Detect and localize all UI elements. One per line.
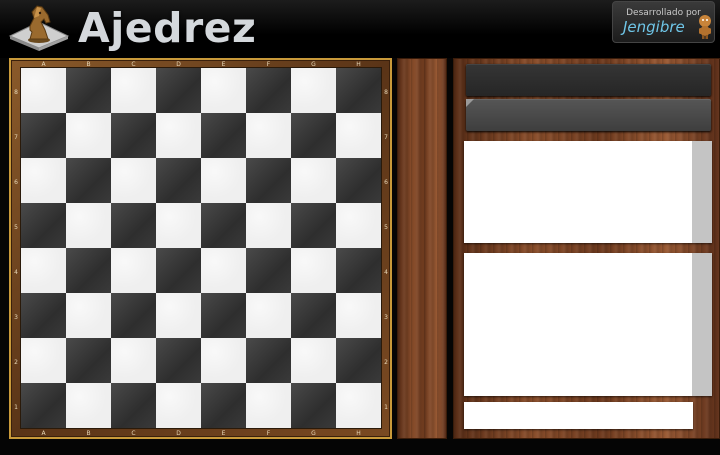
app-title: Ajedrez [78,4,257,52]
square-h8[interactable] [336,68,381,113]
square-d6[interactable] [156,158,201,203]
square-a3[interactable] [21,293,66,338]
developer-brand: Jengibre [623,18,685,36]
square-f3[interactable] [246,293,291,338]
player-bar-top[interactable] [466,64,711,96]
square-f1[interactable] [246,383,291,428]
chess-knight-icon [8,5,70,51]
rank-label-right-4: 4 [384,268,388,276]
square-b8[interactable] [66,68,111,113]
square-f7[interactable] [246,113,291,158]
square-h1[interactable] [336,383,381,428]
developer-badge[interactable]: Desarrollado por Jengibre [612,1,715,43]
square-b4[interactable] [66,248,111,293]
square-d4[interactable] [156,248,201,293]
square-e1[interactable] [201,383,246,428]
square-c8[interactable] [111,68,156,113]
moves-list[interactable] [464,141,712,243]
square-h3[interactable] [336,293,381,338]
square-g1[interactable] [291,383,336,428]
square-e7[interactable] [201,113,246,158]
file-label-bottom-d: D [176,430,181,437]
file-label-bottom-e: E [221,430,226,437]
square-b5[interactable] [66,203,111,248]
square-c6[interactable] [111,158,156,203]
rank-label-right-3: 3 [384,313,388,321]
square-a8[interactable] [21,68,66,113]
rank-label-right-8: 8 [384,88,388,96]
square-e4[interactable] [201,248,246,293]
square-a2[interactable] [21,338,66,383]
square-g5[interactable] [291,203,336,248]
square-e6[interactable] [201,158,246,203]
square-d3[interactable] [156,293,201,338]
square-a1[interactable] [21,383,66,428]
square-e5[interactable] [201,203,246,248]
captured-pieces-column [397,58,447,439]
square-f8[interactable] [246,68,291,113]
square-b7[interactable] [66,113,111,158]
square-e2[interactable] [201,338,246,383]
square-h4[interactable] [336,248,381,293]
square-c1[interactable] [111,383,156,428]
square-b2[interactable] [66,338,111,383]
square-b6[interactable] [66,158,111,203]
chat-log[interactable] [464,253,712,396]
square-a4[interactable] [21,248,66,293]
square-e8[interactable] [201,68,246,113]
file-label-bottom-b: B [86,430,91,437]
chess-board[interactable] [21,68,381,428]
square-f2[interactable] [246,338,291,383]
square-a5[interactable] [21,203,66,248]
square-d2[interactable] [156,338,201,383]
square-d8[interactable] [156,68,201,113]
square-f6[interactable] [246,158,291,203]
corner-indicator-icon [466,99,474,107]
chat-input[interactable] [464,402,693,429]
player-bar-second[interactable] [466,99,711,131]
square-b1[interactable] [66,383,111,428]
square-g3[interactable] [291,293,336,338]
file-label-bottom-g: G [311,430,316,437]
square-d1[interactable] [156,383,201,428]
square-c2[interactable] [111,338,156,383]
header: Ajedrez Desarrollado por Jengibre [0,0,720,58]
file-label-bottom-c: C [131,430,136,437]
rank-label-right-1: 1 [384,403,388,411]
square-b3[interactable] [66,293,111,338]
square-c5[interactable] [111,203,156,248]
square-a7[interactable] [21,113,66,158]
square-e3[interactable] [201,293,246,338]
square-g6[interactable] [291,158,336,203]
square-g2[interactable] [291,338,336,383]
ginger-mascot-icon [699,15,711,39]
square-h6[interactable] [336,158,381,203]
file-label-bottom-f: F [266,430,271,437]
chat-log-scrollbar[interactable] [692,253,712,396]
square-c7[interactable] [111,113,156,158]
square-h2[interactable] [336,338,381,383]
square-h5[interactable] [336,203,381,248]
square-c3[interactable] [111,293,156,338]
rank-label-right-7: 7 [384,133,388,141]
square-d7[interactable] [156,113,201,158]
rank-label-right-2: 2 [384,358,388,366]
square-d5[interactable] [156,203,201,248]
square-g4[interactable] [291,248,336,293]
square-g7[interactable] [291,113,336,158]
rank-label-right-6: 6 [384,178,388,186]
square-f5[interactable] [246,203,291,248]
square-a6[interactable] [21,158,66,203]
rank-label-right-5: 5 [384,223,388,231]
moves-list-scrollbar[interactable] [692,141,712,243]
square-c4[interactable] [111,248,156,293]
square-g8[interactable] [291,68,336,113]
square-h7[interactable] [336,113,381,158]
file-label-bottom-a: A [41,430,46,437]
file-label-bottom-h: H [356,430,361,437]
square-f4[interactable] [246,248,291,293]
